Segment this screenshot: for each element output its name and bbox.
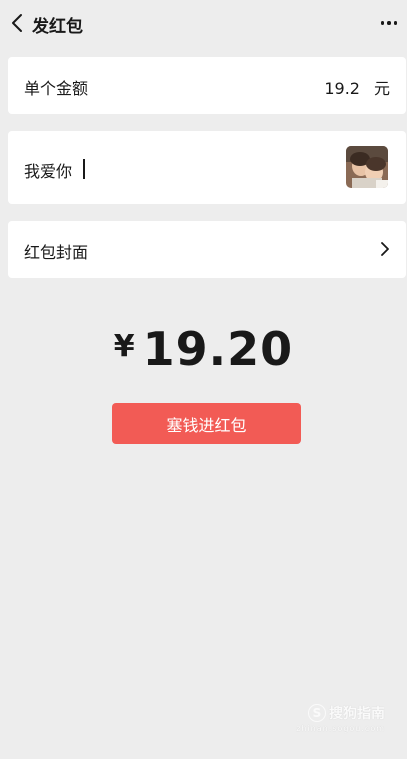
photo-sticker-icon[interactable] (346, 146, 388, 188)
cover-row[interactable]: 红包封面 (8, 221, 406, 278)
back-button[interactable] (6, 11, 28, 35)
amount-unit: 元 (373, 79, 390, 98)
chevron-left-icon (12, 14, 22, 32)
page-title: 发红包 (32, 17, 83, 37)
currency-symbol: ¥ (113, 329, 135, 364)
amount-label: 单个金额 (24, 79, 89, 98)
amount-row[interactable]: 单个金额 19.2 元 (8, 57, 406, 114)
message-row[interactable]: 我爱你 (8, 131, 406, 204)
send-red-packet-button[interactable]: 塞钱进红包 (112, 403, 301, 444)
message-input[interactable]: 我爱你 (24, 158, 72, 182)
cover-label: 红包封面 (24, 243, 89, 262)
text-cursor (83, 159, 85, 179)
top-bar: 发红包 (0, 0, 407, 46)
more-dots-icon (380, 21, 385, 25)
amount-value: 19.2 (324, 79, 360, 98)
watermark-text: 搜狗指南 (329, 706, 385, 722)
watermark-url: zhinan.sogou.com (296, 724, 385, 733)
chevron-right-icon (381, 242, 389, 256)
total-amount: ¥19.20 (0, 322, 407, 376)
total-amount-value: 19.20 (142, 322, 294, 376)
amount-input[interactable]: 19.2 元 (324, 75, 390, 99)
sogou-logo-icon: S (308, 704, 326, 722)
watermark: S 搜狗指南 zhinan.sogou.com (296, 703, 385, 733)
more-button[interactable] (377, 14, 401, 32)
